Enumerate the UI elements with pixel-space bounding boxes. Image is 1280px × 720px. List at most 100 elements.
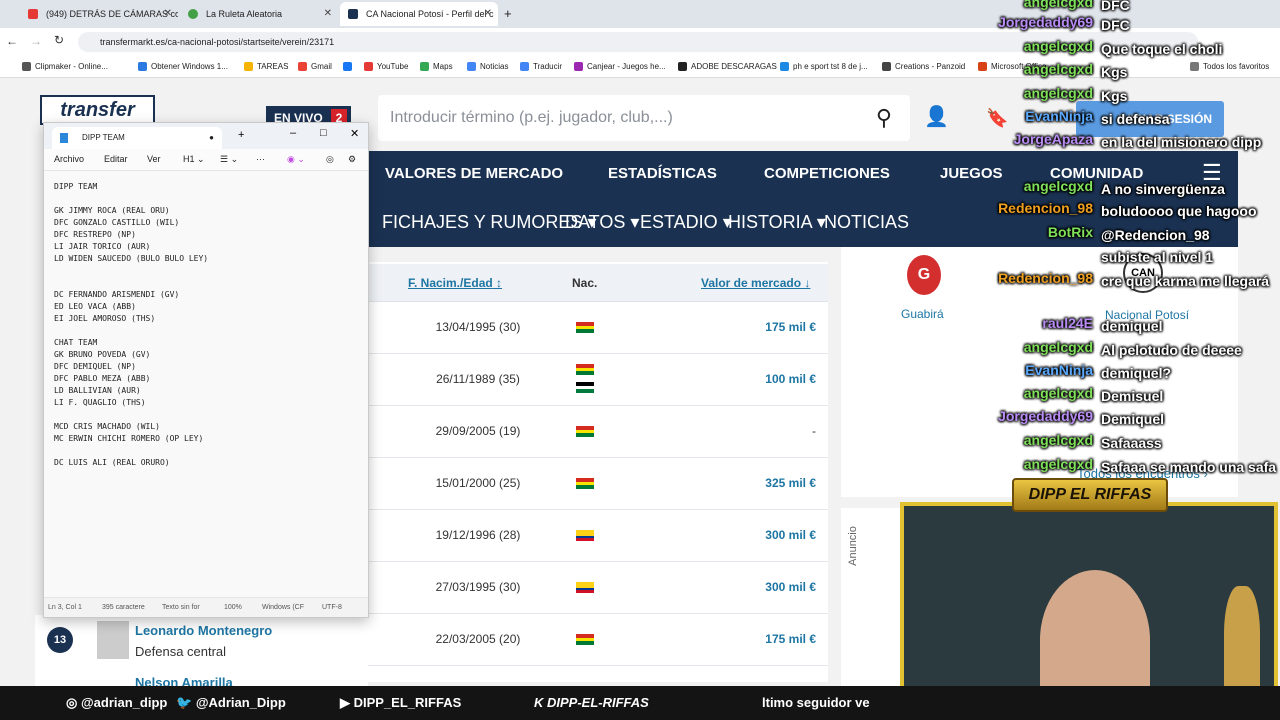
bolivia-flag-icon: [576, 426, 594, 437]
chat-username: EvanNinja: [1025, 362, 1093, 378]
chat-message: angelcgxd: [1024, 0, 1093, 10]
search-input[interactable]: Introducir término (p.ej. jugador, club,…: [378, 95, 910, 141]
bookmark-9[interactable]: Canjear - Juegos he...: [574, 56, 666, 78]
chat-username: Jorgedaddy69: [998, 14, 1093, 30]
nav-market-values[interactable]: VALORES DE MERCADO: [385, 165, 563, 182]
nav-statistics[interactable]: ESTADÍSTICAS: [608, 165, 717, 182]
menu-view[interactable]: Ver: [147, 154, 161, 164]
bookmark-1[interactable]: Obtener Windows 1...: [138, 56, 228, 78]
youtube-icon: [28, 9, 38, 19]
palestine-flag-icon: [576, 382, 594, 393]
notepad-statusbar: Ln 3, Col 1 395 caractere Texto sin for …: [44, 597, 368, 617]
user-icon[interactable]: 👤: [924, 104, 949, 129]
chat-message: angelcgxd: [1024, 339, 1093, 355]
nav-history[interactable]: HISTORIA ▾: [728, 212, 826, 233]
colombia-flag-icon: [576, 530, 594, 541]
chat-message: Jorgedaddy69: [998, 14, 1093, 30]
nav-competitions[interactable]: COMPETICIONES: [764, 165, 890, 182]
browser-tab-3[interactable]: CA Nacional Potosí - Perfil del c ✕: [340, 2, 498, 26]
bookmark-12[interactable]: Creations - Panzoid: [882, 56, 965, 78]
search-icon[interactable]: ⚲: [876, 95, 892, 141]
tab-label: La Ruleta Aleatoria: [206, 9, 283, 19]
twitter-handle: 🐦 @Adrian_Dipp: [176, 695, 286, 710]
new-tab-icon[interactable]: +: [238, 129, 244, 141]
youtube-icon: ▶: [340, 695, 354, 710]
chat-username: EvanNinja: [1025, 108, 1093, 124]
menu-file[interactable]: Archivo: [54, 154, 84, 164]
bookmark-icon[interactable]: 🔖: [986, 108, 1008, 129]
nav-news[interactable]: NOTICIAS: [824, 212, 909, 233]
gear-icon[interactable]: ⚙: [348, 154, 356, 165]
header-market-value[interactable]: Valor de mercado ↓: [701, 276, 810, 290]
heading-dropdown[interactable]: H1 ⌄: [183, 154, 205, 165]
account-icon[interactable]: ◎: [326, 154, 334, 165]
chat-username: Redencion_98: [998, 200, 1093, 216]
bookmark-4[interactable]: [343, 56, 356, 78]
chat-text: A no sinvergüenza: [1101, 181, 1225, 197]
chat-text: @Redencion_98: [1101, 227, 1210, 243]
chat-text: Que toque el choli: [1101, 41, 1223, 57]
colombia-flag-icon: [576, 582, 594, 593]
transfermarkt-icon: [348, 9, 358, 19]
more-icon[interactable]: ···: [256, 154, 265, 164]
bookmark-3[interactable]: Gmail: [298, 56, 332, 78]
bookmark-2[interactable]: TAREAS: [244, 56, 288, 78]
bookmark-8[interactable]: Traducir: [520, 56, 562, 78]
youtube-handle: ▶ DIPP_EL_RIFFAS: [340, 695, 462, 710]
twitter-icon: 🐦: [176, 695, 196, 710]
player-name[interactable]: Leonardo Montenegro: [135, 623, 272, 638]
header-birthdate[interactable]: F. Nacim./Edad ↕: [408, 276, 502, 290]
home-team[interactable]: Guabirá: [901, 307, 944, 321]
back-icon[interactable]: ←: [6, 34, 18, 48]
nav-games[interactable]: JUEGOS: [940, 165, 1003, 182]
player-list: 13 Leonardo Montenegro Defensa central N…: [35, 615, 368, 690]
chat-text: DFC: [1101, 17, 1130, 33]
chat-message: JorgeApaza: [1014, 131, 1093, 147]
close-icon[interactable]: ✕: [324, 2, 332, 26]
notepad-text[interactable]: DIPP TEAM GK JIMMY ROCA (REAL ORU) DFC GON…: [54, 181, 208, 469]
chat-username: Redencion_98: [998, 270, 1093, 286]
chat-username: angelcgxd: [1023, 432, 1093, 448]
bookmark-6[interactable]: Maps: [420, 56, 453, 78]
chat-message: EvanNinja: [1025, 362, 1093, 378]
bolivia-flag-icon: [576, 322, 594, 333]
notepad-icon: [60, 133, 68, 143]
table-row: 29/09/2005 (19) -: [368, 406, 828, 458]
unsaved-dot-icon[interactable]: ●: [209, 127, 214, 149]
webcam-feed: [900, 502, 1278, 710]
bookmark-7[interactable]: Noticias: [467, 56, 508, 78]
forward-icon[interactable]: →: [30, 34, 42, 48]
nav-stadium[interactable]: ESTADIO ▾: [640, 212, 732, 233]
maximize-icon[interactable]: □: [320, 127, 327, 139]
bookmark-10[interactable]: ADOBE DESCARAGAS: [678, 56, 777, 78]
nav-data[interactable]: DATOS ▾: [565, 212, 639, 233]
chat-username: angelcgxd: [1023, 85, 1093, 101]
bookmark-0[interactable]: Clipmaker - Online...: [22, 56, 108, 78]
close-icon[interactable]: ✕: [350, 127, 359, 140]
minimize-icon[interactable]: –: [290, 127, 296, 139]
close-icon[interactable]: ✕: [164, 2, 172, 26]
chat-text: en la del misionero dipp: [1101, 134, 1262, 150]
reload-icon[interactable]: ↻: [54, 33, 64, 47]
new-tab-button[interactable]: +: [500, 2, 520, 26]
browser-tab-1[interactable]: (949) DETRÁS DE CÁMARAS co ✕: [20, 2, 178, 26]
tab-label: CA Nacional Potosí - Perfil del c: [366, 9, 494, 19]
instagram-icon: ◎: [66, 695, 81, 710]
chat-username: angelcgxd: [1023, 456, 1093, 472]
chat-message: angelcgxd: [1024, 61, 1093, 77]
site-logo[interactable]: transfer: [40, 95, 155, 125]
copilot-icon[interactable]: ◉ ⌄: [287, 154, 305, 165]
ad-column: Anuncio: [841, 508, 901, 688]
chat-username: angelcgxd: [1023, 38, 1093, 54]
list-icon[interactable]: ☰ ⌄: [220, 154, 238, 165]
bookmark-5[interactable]: YouTube: [364, 56, 408, 78]
chat-message: angelcgxd: [1024, 385, 1093, 401]
close-icon[interactable]: ✕: [484, 2, 492, 26]
menu-edit[interactable]: Editar: [104, 154, 128, 164]
browser-tab-2[interactable]: La Ruleta Aleatoria ✕: [180, 2, 338, 26]
notepad-tab[interactable]: DIPP TEAM ●: [52, 127, 222, 149]
player-position: Defensa central: [135, 644, 227, 659]
chat-text: demiquel: [1101, 318, 1163, 334]
chat-message: angelcgxd: [1024, 38, 1093, 54]
bookmark-11[interactable]: ph e sport tst 8 de j...: [780, 56, 868, 78]
